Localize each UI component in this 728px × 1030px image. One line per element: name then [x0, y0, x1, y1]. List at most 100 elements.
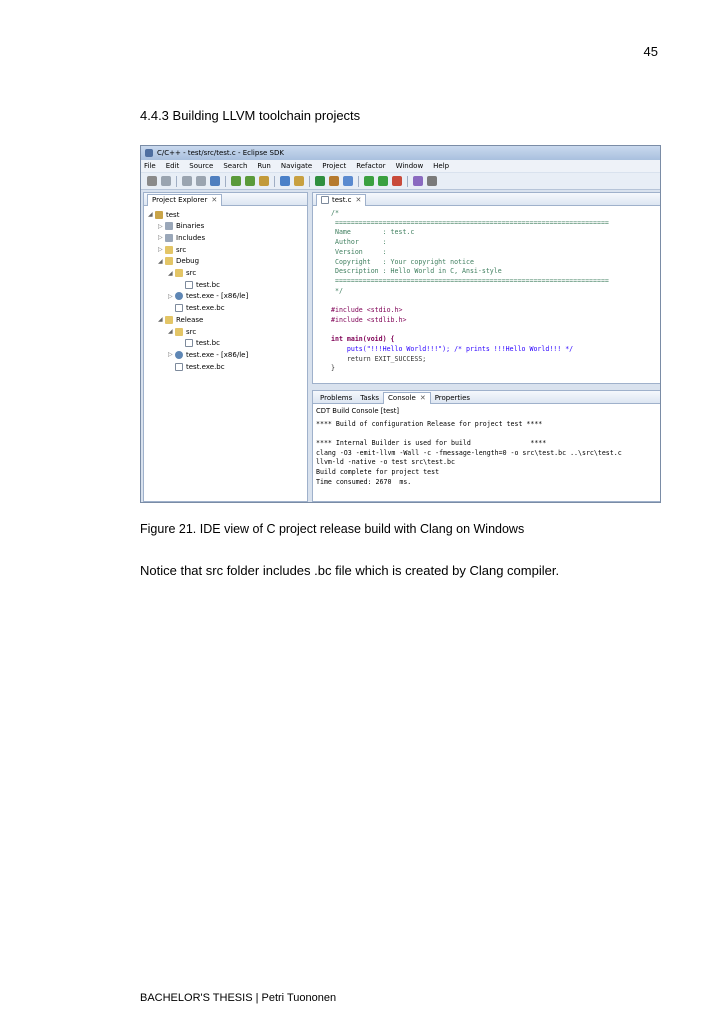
- toolbar-button-icon[interactable]: [259, 176, 269, 186]
- code-line: ========================================…: [331, 218, 609, 227]
- close-icon[interactable]: ✕: [356, 196, 362, 204]
- toolbar-button-icon[interactable]: [231, 176, 241, 186]
- menu-item-help[interactable]: Help: [433, 162, 449, 170]
- close-icon[interactable]: ✕: [211, 196, 217, 204]
- tree-item[interactable]: ▷ src: [158, 244, 186, 255]
- project-explorer-panel: Project Explorer ✕ ◢ test ▷ Binaries ▷ Includ…: [143, 192, 308, 502]
- expand-arrow-icon[interactable]: ▷: [158, 223, 165, 230]
- tree-item[interactable]: ▷ Includes: [158, 232, 205, 243]
- file-icon: [175, 304, 183, 313]
- tree-item[interactable]: test.bc: [178, 279, 220, 290]
- toolbar-button-icon[interactable]: [378, 176, 388, 186]
- toolbar-button-icon[interactable]: [294, 176, 304, 186]
- tab-problems[interactable]: Problems: [316, 392, 356, 404]
- tree-item[interactable]: test.exe.bc: [168, 361, 225, 372]
- expand-arrow-icon[interactable]: ▷: [168, 293, 175, 300]
- toolbar-button-icon[interactable]: [427, 176, 437, 186]
- expand-arrow-icon[interactable]: ◢: [158, 258, 165, 265]
- includes-icon: [165, 233, 173, 242]
- expand-arrow-icon[interactable]: ◢: [158, 316, 165, 323]
- tab-console[interactable]: Console ✕: [383, 391, 431, 404]
- menu-item-search[interactable]: Search: [223, 162, 247, 170]
- toolbar-button-icon[interactable]: [315, 176, 325, 186]
- c-file-icon: [321, 196, 329, 204]
- tab-project-explorer[interactable]: Project Explorer ✕: [147, 193, 223, 206]
- expand-arrow-icon[interactable]: ▷: [168, 351, 175, 358]
- close-icon[interactable]: ✕: [420, 394, 426, 402]
- tree-item[interactable]: ◢ src: [168, 326, 196, 337]
- expand-arrow-icon[interactable]: ▷: [158, 234, 165, 241]
- tree-item[interactable]: ◢ Release: [158, 314, 203, 325]
- tab-properties[interactable]: Properties: [431, 392, 474, 404]
- code-line: }: [331, 364, 335, 373]
- expand-arrow-icon[interactable]: ▷: [158, 246, 165, 253]
- expand-arrow-icon[interactable]: ◢: [148, 211, 155, 218]
- project-explorer-tabbar: Project Explorer ✕: [144, 193, 307, 206]
- toolbar-separator: [309, 175, 310, 187]
- tree-item-label: Includes: [176, 233, 206, 242]
- code-line: #include <stdio.h>: [331, 306, 403, 314]
- menu-item-edit[interactable]: Edit: [166, 162, 180, 170]
- tree-item[interactable]: ▷ test.exe - [x86/le]: [168, 291, 248, 302]
- toolbar-button-icon[interactable]: [245, 176, 255, 186]
- code-line: Description : Hello World in C, Ansi-sty…: [331, 267, 502, 276]
- toolbar-button-icon[interactable]: [210, 176, 220, 186]
- code-editor[interactable]: test.c ✕ /* ============================…: [312, 192, 660, 384]
- section-heading: 4.4.3 Building LLVM toolchain projects: [140, 108, 361, 123]
- expand-arrow-icon[interactable]: ◢: [168, 270, 175, 277]
- page-number: 45: [643, 44, 658, 59]
- menu-item-window[interactable]: Window: [396, 162, 424, 170]
- tree-item[interactable]: test.exe.bc: [168, 303, 225, 314]
- toolbar-button-icon[interactable]: [364, 176, 374, 186]
- menu-item-project[interactable]: Project: [322, 162, 346, 170]
- menu-item-file[interactable]: File: [144, 162, 156, 170]
- tab-tasks[interactable]: Tasks: [356, 392, 383, 404]
- tree-item[interactable]: ▷ Binaries: [158, 221, 204, 232]
- console-tabbar: Problems Tasks Console ✕ Properties: [313, 391, 660, 404]
- eclipse-app-icon: [145, 149, 153, 157]
- menu-item-source[interactable]: Source: [189, 162, 213, 170]
- console-line: Build complete for project test: [316, 468, 440, 476]
- toolbar-button-icon[interactable]: [196, 176, 206, 186]
- toolbar-button-icon[interactable]: [280, 176, 290, 186]
- tree-item-label: src: [176, 245, 187, 254]
- console-label: CDT Build Console [test]: [316, 407, 400, 415]
- folder-icon: [165, 315, 173, 324]
- toolbar-button-icon[interactable]: [343, 176, 353, 186]
- tab-test-c[interactable]: test.c ✕: [316, 193, 367, 206]
- tab-label: Problems: [320, 393, 353, 402]
- expand-arrow-icon[interactable]: ◢: [168, 328, 175, 335]
- toolbar-button-icon[interactable]: [161, 176, 171, 186]
- toolbar-separator: [176, 175, 177, 187]
- toolbar-button-icon[interactable]: [182, 176, 192, 186]
- menu-item-refactor[interactable]: Refactor: [356, 162, 385, 170]
- tree-item-label: test.bc: [196, 339, 220, 348]
- code-line: #include <stdlib.h>: [331, 315, 407, 324]
- tab-label: Tasks: [360, 393, 380, 402]
- eclipse-screenshot: C/C++ - test/src/test.c - Eclipse SDK Fi…: [140, 145, 661, 503]
- menu-item-navigate[interactable]: Navigate: [281, 162, 312, 170]
- tab-label: Console: [388, 394, 416, 402]
- page-footer: BACHELOR'S THESIS | Petri Tuononen: [140, 992, 337, 1004]
- menu-item-run[interactable]: Run: [257, 162, 270, 170]
- toolbar-button-icon[interactable]: [413, 176, 423, 186]
- tree-item-label: test.exe.bc: [186, 304, 225, 313]
- tree-item-label: test.exe - [x86/le]: [186, 350, 249, 359]
- toolbar-button-icon[interactable]: [392, 176, 402, 186]
- tree-item-label: test.bc: [196, 280, 220, 289]
- toolbar-button-icon[interactable]: [147, 176, 157, 186]
- folder-icon: [175, 327, 183, 336]
- code-line: /*: [331, 209, 339, 217]
- tree-item[interactable]: ▷ test.exe - [x86/le]: [168, 349, 248, 360]
- toolbar-button-icon[interactable]: [329, 176, 339, 186]
- tree-item[interactable]: ◢ src: [168, 268, 196, 279]
- code-line: Author :: [331, 238, 387, 247]
- code-line: */: [331, 286, 343, 295]
- console-line: Time consumed: 2670 ms.: [316, 477, 412, 486]
- tree-item[interactable]: ◢ Debug: [158, 256, 199, 267]
- tree-item[interactable]: test.bc: [178, 338, 220, 349]
- tree-item[interactable]: ◢ test: [148, 209, 179, 220]
- tree-item-label: Release: [176, 315, 204, 324]
- menu-bar: File Edit Source Search Run Navigate Project Re…: [141, 160, 660, 172]
- editor-tab-label: test.c: [332, 196, 352, 204]
